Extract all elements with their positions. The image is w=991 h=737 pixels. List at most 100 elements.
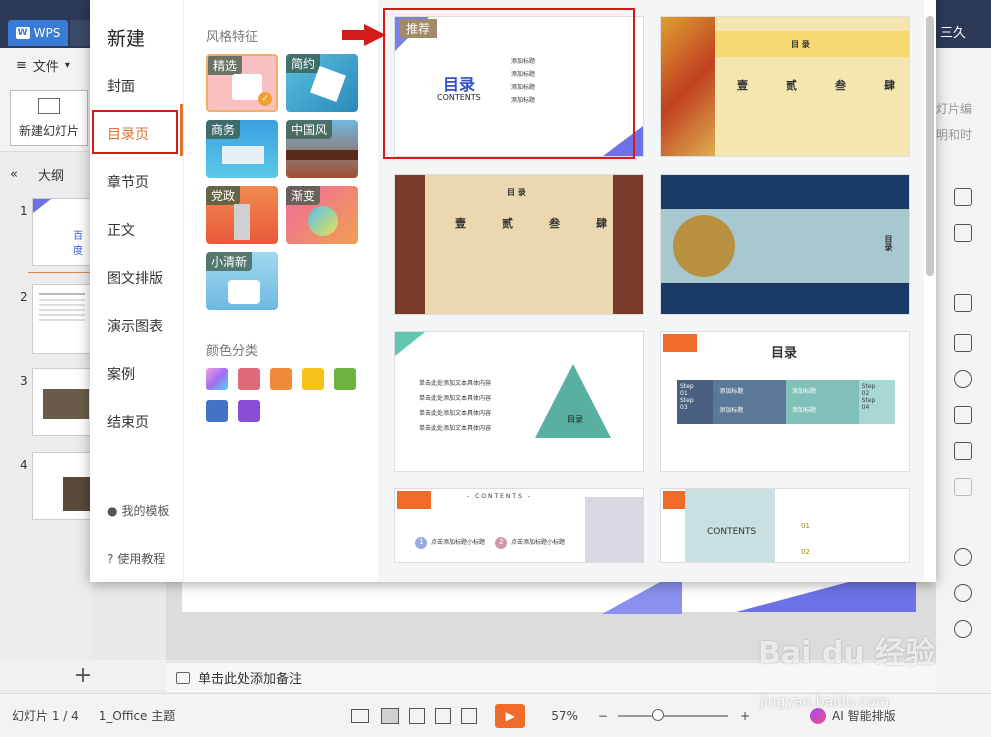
window-user-label: 三久 <box>940 26 967 41</box>
color-swatch-red[interactable] <box>238 368 260 390</box>
grid-view-icon[interactable] <box>409 707 426 724</box>
annotation-box <box>383 8 635 159</box>
image-icon[interactable] <box>954 478 972 496</box>
collapse-panel-icon[interactable]: « <box>10 167 18 182</box>
style-heading: 风格特征 <box>206 30 259 45</box>
category-chart[interactable]: 演示图表 <box>107 316 163 336</box>
style-tile-simple[interactable]: 简约 <box>286 54 358 112</box>
category-chapter[interactable]: 章节页 <box>107 172 149 192</box>
play-icon: ▶ <box>505 708 515 723</box>
logo-icon <box>663 334 697 352</box>
presenter-icon[interactable] <box>461 707 478 724</box>
note-icon <box>176 671 190 684</box>
play-button[interactable]: ▶ <box>495 703 526 728</box>
gallery-icon[interactable] <box>954 334 972 352</box>
template-card[interactable]: 目录 Step 01 Step 03 添加标题 添加标题 添加标题 添加标题 S… <box>660 331 910 472</box>
star-icon[interactable] <box>954 370 972 388</box>
category-ending[interactable]: 结束页 <box>107 412 149 432</box>
zoom-in-button[interactable]: + <box>740 709 750 723</box>
book-image <box>585 497 643 562</box>
zoom-slider-handle[interactable] <box>651 708 664 721</box>
slide-counter: 幻灯片 1 / 4 <box>12 709 79 723</box>
gallery-scrollbar[interactable] <box>926 16 934 276</box>
help-icon[interactable] <box>954 620 972 638</box>
template-card[interactable]: - CONTENTS - 1 点击添加标题小标题 2 点击添加标题小标题 <box>394 488 644 563</box>
color-heading: 颜色分类 <box>206 344 259 359</box>
template-card[interactable]: CONTENTS 01 02 <box>660 488 910 563</box>
template-card[interactable]: 目录 <box>660 174 910 315</box>
style-tile-gradient[interactable]: 渐变 <box>286 186 358 244</box>
thumbnail-image <box>43 389 89 419</box>
divider <box>28 272 92 273</box>
color-swatch-blue[interactable] <box>206 400 228 422</box>
zoom-out-button[interactable]: − <box>598 709 608 723</box>
category-cover[interactable]: 封面 <box>107 76 135 96</box>
new-slide-button[interactable]: 新建幻灯片 <box>10 90 88 146</box>
category-column: 新建 封面 目录页 章节页 正文 图文排版 演示图表 案例 结束页 ● 我的模板 … <box>90 0 183 582</box>
ornament-circle <box>673 215 735 277</box>
annotation-box <box>92 110 178 154</box>
category-body[interactable]: 正文 <box>107 220 135 240</box>
color-swatch-green[interactable] <box>334 368 356 390</box>
right-panel-text: 灯片编 明和时 <box>936 102 973 142</box>
slide-thumbnail[interactable] <box>32 284 92 354</box>
normal-view-icon[interactable] <box>381 707 400 724</box>
archive-icon[interactable] <box>954 406 972 424</box>
document-tab[interactable] <box>70 20 92 46</box>
outline-tab[interactable]: 大纲 <box>38 165 64 184</box>
template-card[interactable]: 单击此处添加文本具体内容 单击此处添加文本具体内容 单击此处添加文本具体内容 单… <box>394 331 644 472</box>
watermark-url: jingyan.baidu.com <box>760 694 890 710</box>
tutorial-link[interactable]: ? 使用教程 <box>107 550 165 567</box>
style-filter-column: 风格特征 精选 ✓ 简约 商务 中国风 党政 渐变 小清新 颜色分类 <box>183 0 378 582</box>
slide-thumb-1[interactable]: 1 <box>20 204 28 219</box>
theme-name[interactable]: 1_Office 主题 <box>99 707 175 724</box>
reading-view-icon[interactable] <box>435 707 452 724</box>
my-templates-link[interactable]: ● 我的模板 <box>107 502 170 519</box>
color-swatch-orange[interactable] <box>270 368 292 390</box>
user-icon: ● <box>107 503 118 518</box>
style-tile-chinese[interactable]: 中国风 <box>286 120 358 178</box>
outline-header: « 大纲 <box>0 162 92 186</box>
template-card[interactable]: 目 录 壹贰叁肆 <box>660 16 910 157</box>
category-case[interactable]: 案例 <box>107 364 135 384</box>
hamburger-icon: ≡ <box>16 57 27 73</box>
slide-number: 4 <box>20 458 28 472</box>
style-tile-fresh[interactable]: 小清新 <box>206 252 278 310</box>
pin-icon[interactable] <box>954 188 972 206</box>
wps-home-tab[interactable]: W WPS <box>8 20 68 46</box>
share-icon[interactable] <box>954 442 972 460</box>
popup-title: 新建 <box>107 28 146 50</box>
style-tile-party[interactable]: 党政 <box>206 186 278 244</box>
zoom-level[interactable]: 57% <box>551 709 578 723</box>
wps-logo-icon: W <box>15 27 30 39</box>
style-tile-featured[interactable]: 精选 ✓ <box>206 54 278 112</box>
logo-icon <box>397 491 431 509</box>
slide-number: 3 <box>20 374 28 388</box>
watermark-logo: Bai du 经验 <box>758 636 936 671</box>
chevron-down-icon: ▾ <box>64 59 70 71</box>
shield-icon[interactable] <box>954 548 972 566</box>
plus-icon: + <box>73 662 93 688</box>
color-swatch-yellow[interactable] <box>302 368 324 390</box>
history-icon[interactable] <box>954 584 972 602</box>
slide-thumbnail[interactable]: 百度 <box>32 198 92 266</box>
color-swatch-multi[interactable] <box>206 368 228 390</box>
notes-toggle-icon[interactable] <box>351 708 370 723</box>
zoom-slider[interactable] <box>617 708 728 721</box>
color-swatch-purple[interactable] <box>238 400 260 422</box>
help-circle-icon: ? <box>107 551 114 566</box>
check-icon: ✓ <box>258 92 272 106</box>
template-card[interactable]: 目 录 壹贰叁肆 <box>394 174 644 315</box>
settings-icon[interactable] <box>954 294 972 312</box>
add-slide-button[interactable]: + <box>0 660 166 690</box>
slide-thumbnail[interactable] <box>32 368 92 436</box>
slide-thumbnail[interactable] <box>32 452 92 520</box>
copy-icon[interactable] <box>954 224 972 242</box>
corner-decoration <box>33 199 51 213</box>
new-slide-icon <box>38 98 60 114</box>
style-tile-business[interactable]: 商务 <box>206 120 278 178</box>
triangle-shape <box>535 364 611 438</box>
file-menu[interactable]: ≡ 文件 ▾ <box>0 50 90 80</box>
category-layout[interactable]: 图文排版 <box>107 268 163 288</box>
thumbnail-image <box>63 477 91 511</box>
